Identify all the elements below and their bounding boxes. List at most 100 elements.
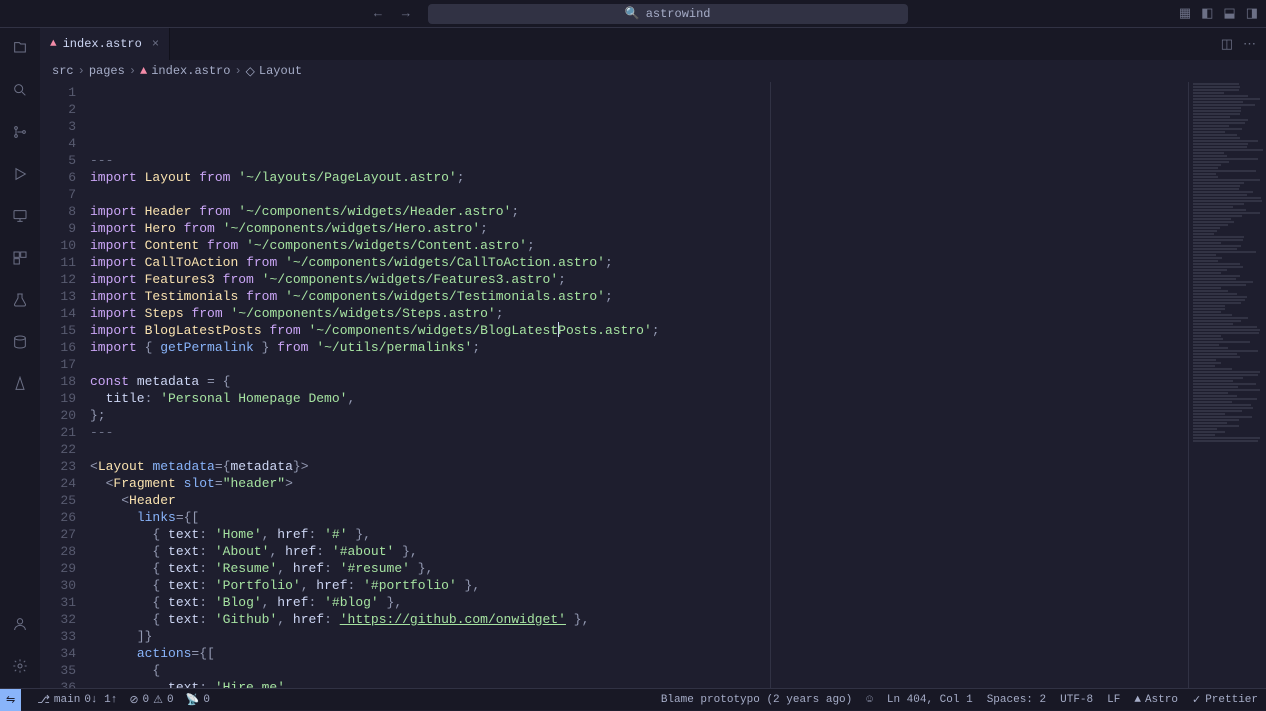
astro-icon[interactable]: [8, 372, 32, 396]
line-number[interactable]: 20: [40, 407, 76, 424]
code-line[interactable]: text: 'Hire me',: [90, 679, 1188, 688]
git-branch[interactable]: ⎇ main 0↓ 1↑: [37, 693, 117, 707]
line-gutter[interactable]: 1234567891011121314151617181920212223242…: [40, 82, 90, 688]
code-editor[interactable]: ---import Layout from '~/layouts/PageLay…: [90, 82, 1188, 688]
code-line[interactable]: import CallToAction from '~/components/w…: [90, 254, 1188, 271]
line-number[interactable]: 3: [40, 118, 76, 135]
code-line[interactable]: <Layout metadata={metadata}>: [90, 458, 1188, 475]
line-number[interactable]: 7: [40, 186, 76, 203]
code-line[interactable]: import Steps from '~/components/widgets/…: [90, 305, 1188, 322]
breadcrumb[interactable]: src › pages › ▲ index.astro › ◇ Layout: [40, 60, 1266, 82]
code-line[interactable]: [90, 186, 1188, 203]
line-number[interactable]: 31: [40, 594, 76, 611]
explorer-icon[interactable]: [8, 36, 32, 60]
run-debug-icon[interactable]: [8, 162, 32, 186]
line-number[interactable]: 15: [40, 322, 76, 339]
line-number[interactable]: 30: [40, 577, 76, 594]
code-line[interactable]: { text: 'Portfolio', href: '#portfolio' …: [90, 577, 1188, 594]
panel-left-icon[interactable]: ◧: [1201, 6, 1213, 21]
code-line[interactable]: ]}: [90, 628, 1188, 645]
problems[interactable]: ⊘0 ⚠0: [129, 693, 173, 707]
line-number[interactable]: 34: [40, 645, 76, 662]
code-line[interactable]: { text: 'Resume', href: '#resume' },: [90, 560, 1188, 577]
source-control-icon[interactable]: [8, 120, 32, 144]
line-number[interactable]: 25: [40, 492, 76, 509]
git-blame[interactable]: Blame prototypo (2 years ago): [661, 694, 852, 706]
line-number[interactable]: 17: [40, 356, 76, 373]
line-number[interactable]: 2: [40, 101, 76, 118]
code-line[interactable]: import Layout from '~/layouts/PageLayout…: [90, 169, 1188, 186]
prettier-status[interactable]: ✓Prettier: [1192, 693, 1258, 707]
code-line[interactable]: links={[: [90, 509, 1188, 526]
line-number[interactable]: 24: [40, 475, 76, 492]
more-actions-icon[interactable]: ⋯: [1243, 37, 1256, 52]
line-number[interactable]: 26: [40, 509, 76, 526]
line-number[interactable]: 9: [40, 220, 76, 237]
code-line[interactable]: { text: 'Blog', href: '#blog' },: [90, 594, 1188, 611]
split-editor-icon[interactable]: ◫: [1221, 37, 1233, 52]
encoding[interactable]: UTF-8: [1060, 694, 1093, 706]
line-number[interactable]: 6: [40, 169, 76, 186]
code-line[interactable]: import Testimonials from '~/components/w…: [90, 288, 1188, 305]
breadcrumb-part[interactable]: src: [52, 64, 74, 78]
layout-grid-icon[interactable]: ▦: [1179, 6, 1191, 21]
line-number[interactable]: 13: [40, 288, 76, 305]
line-number[interactable]: 16: [40, 339, 76, 356]
code-line[interactable]: { text: 'About', href: '#about' },: [90, 543, 1188, 560]
line-number[interactable]: 11: [40, 254, 76, 271]
line-number[interactable]: 1: [40, 84, 76, 101]
nav-back-icon[interactable]: ←: [368, 4, 388, 23]
line-number[interactable]: 14: [40, 305, 76, 322]
indentation[interactable]: Spaces: 2: [987, 694, 1046, 706]
line-number[interactable]: 29: [40, 560, 76, 577]
testing-icon[interactable]: [8, 288, 32, 312]
line-number[interactable]: 35: [40, 662, 76, 679]
code-line[interactable]: const metadata = {: [90, 373, 1188, 390]
line-number[interactable]: 21: [40, 424, 76, 441]
command-center[interactable]: 🔍 astrowind: [428, 4, 908, 24]
code-line[interactable]: };: [90, 407, 1188, 424]
code-line[interactable]: import Header from '~/components/widgets…: [90, 203, 1188, 220]
close-icon[interactable]: ×: [152, 37, 159, 51]
search-icon[interactable]: [8, 78, 32, 102]
settings-icon[interactable]: [8, 654, 32, 678]
code-line[interactable]: ---: [90, 152, 1188, 169]
code-line[interactable]: ---: [90, 424, 1188, 441]
panel-bottom-icon[interactable]: ⬓: [1223, 6, 1235, 21]
code-line[interactable]: import Features3 from '~/components/widg…: [90, 271, 1188, 288]
code-line[interactable]: import Hero from '~/components/widgets/H…: [90, 220, 1188, 237]
code-line[interactable]: import BlogLatestPosts from '~/component…: [90, 322, 1188, 339]
code-line[interactable]: import Content from '~/components/widget…: [90, 237, 1188, 254]
nav-forward-icon[interactable]: →: [396, 4, 416, 23]
database-icon[interactable]: [8, 330, 32, 354]
extensions-icon[interactable]: [8, 246, 32, 270]
line-number[interactable]: 18: [40, 373, 76, 390]
remote-explorer-icon[interactable]: [8, 204, 32, 228]
feedback-icon[interactable]: ☺: [866, 694, 873, 706]
line-number[interactable]: 32: [40, 611, 76, 628]
line-number[interactable]: 27: [40, 526, 76, 543]
breadcrumb-part[interactable]: Layout: [259, 64, 302, 78]
code-line[interactable]: {: [90, 662, 1188, 679]
code-line[interactable]: actions={[: [90, 645, 1188, 662]
account-icon[interactable]: [8, 612, 32, 636]
line-number[interactable]: 19: [40, 390, 76, 407]
code-line[interactable]: [90, 356, 1188, 373]
code-line[interactable]: <Fragment slot="header">: [90, 475, 1188, 492]
eol[interactable]: LF: [1107, 694, 1120, 706]
line-number[interactable]: 4: [40, 135, 76, 152]
line-number[interactable]: 22: [40, 441, 76, 458]
line-number[interactable]: 28: [40, 543, 76, 560]
minimap[interactable]: [1188, 82, 1266, 688]
breadcrumb-part[interactable]: index.astro: [151, 64, 230, 78]
tab-index-astro[interactable]: ▲ index.astro ×: [40, 28, 170, 60]
code-line[interactable]: <Header: [90, 492, 1188, 509]
line-number[interactable]: 23: [40, 458, 76, 475]
code-line[interactable]: title: 'Personal Homepage Demo',: [90, 390, 1188, 407]
code-line[interactable]: { text: 'Home', href: '#' },: [90, 526, 1188, 543]
code-line[interactable]: import { getPermalink } from '~/utils/pe…: [90, 339, 1188, 356]
ports[interactable]: 📡0: [186, 693, 210, 707]
breadcrumb-part[interactable]: pages: [89, 64, 125, 78]
cursor-position[interactable]: Ln 404, Col 1: [887, 694, 973, 706]
line-number[interactable]: 36: [40, 679, 76, 688]
